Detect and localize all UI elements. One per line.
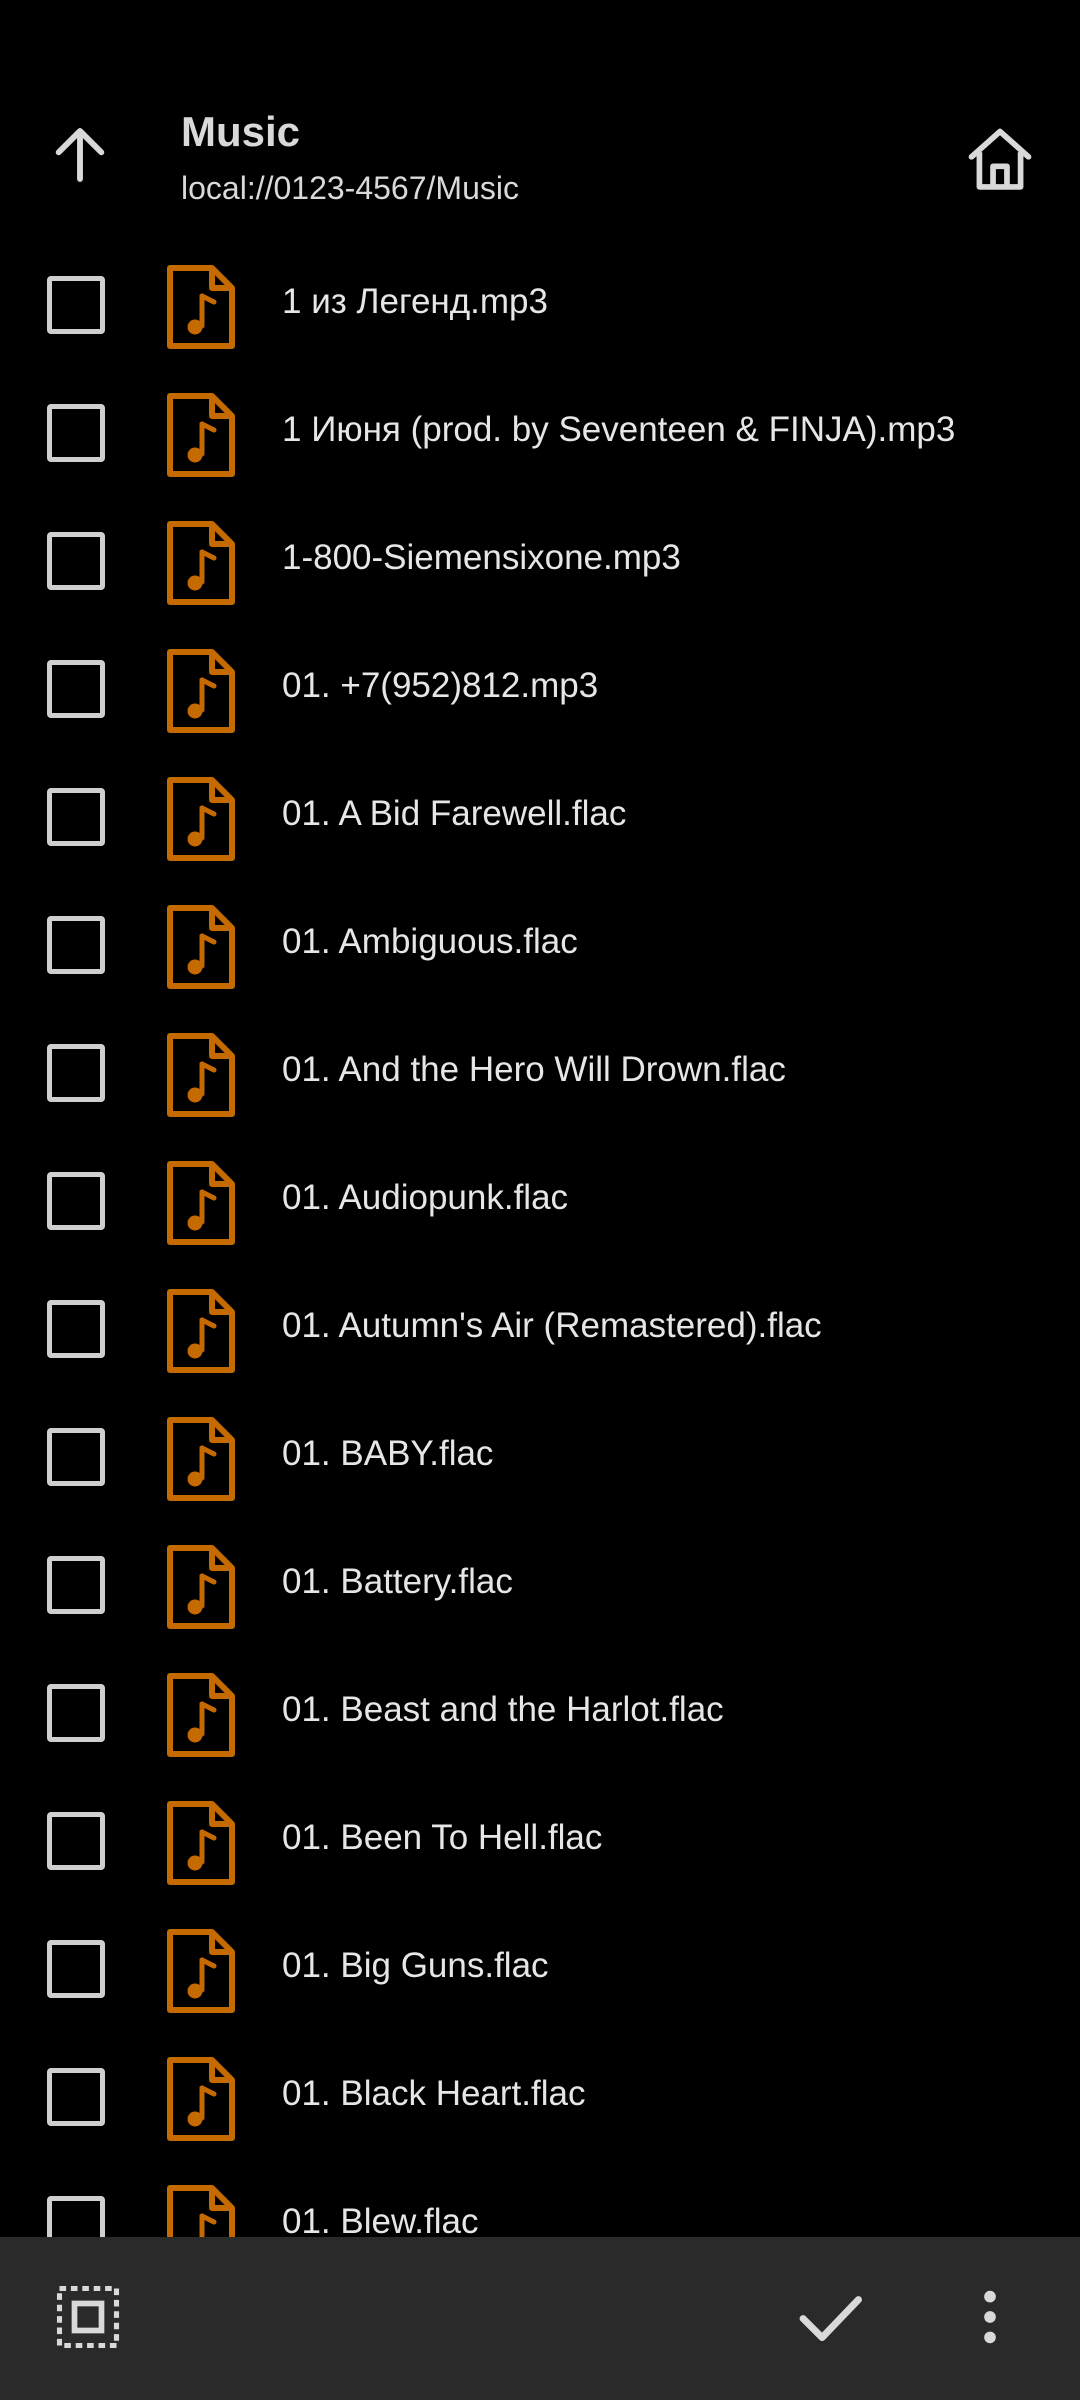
audio-file-icon	[167, 1545, 235, 1629]
file-row[interactable]: 01. And the Hero Will Drown.flac	[0, 1008, 1080, 1136]
file-checkbox[interactable]	[47, 1940, 105, 1998]
file-checkbox[interactable]	[47, 1812, 105, 1870]
page-title: Music	[181, 108, 301, 155]
file-name: 01. Audiopunk.flac	[282, 1178, 569, 1217]
current-path: local://0123-4567/Music	[181, 170, 519, 206]
audio-file-icon	[167, 1417, 235, 1501]
file-row[interactable]: 01. Blew.flac	[0, 2160, 1080, 2237]
file-row[interactable]: 01. Ambiguous.flac	[0, 880, 1080, 1008]
file-checkbox[interactable]	[47, 1428, 105, 1486]
file-checkbox[interactable]	[47, 916, 105, 974]
audio-file-icon	[167, 393, 235, 477]
file-checkbox[interactable]	[47, 1172, 105, 1230]
select-all-button[interactable]	[38, 2267, 138, 2367]
select-all-icon	[56, 2285, 120, 2349]
audio-file-icon	[167, 1161, 235, 1245]
file-row[interactable]: 01. BABY.flac	[0, 1392, 1080, 1520]
file-checkbox[interactable]	[47, 1556, 105, 1614]
file-name: 01. Big Guns.flac	[282, 1946, 549, 1985]
file-name: 01. Been To Hell.flac	[282, 1818, 603, 1857]
file-name: 1 Июня (prod. by Seventeen & FINJA).mp3	[282, 410, 956, 449]
file-checkbox[interactable]	[47, 404, 105, 462]
audio-file-icon	[167, 649, 235, 733]
bottom-action-bar	[0, 2237, 1080, 2400]
file-row[interactable]: 01. Big Guns.flac	[0, 1904, 1080, 2032]
home-button[interactable]	[955, 115, 1045, 205]
file-checkbox[interactable]	[47, 1300, 105, 1358]
file-name: 01. +7(952)812.mp3	[282, 666, 599, 705]
more-options-button[interactable]	[940, 2267, 1040, 2367]
file-row[interactable]: 01. Black Heart.flac	[0, 2032, 1080, 2160]
file-name: 01. Blew.flac	[282, 2202, 479, 2237]
audio-file-icon	[167, 905, 235, 989]
file-checkbox[interactable]	[47, 1684, 105, 1742]
home-icon	[968, 128, 1032, 190]
file-row[interactable]: 01. Battery.flac	[0, 1520, 1080, 1648]
arrow-up-icon	[55, 128, 105, 182]
file-checkbox[interactable]	[47, 532, 105, 590]
file-name: 01. A Bid Farewell.flac	[282, 794, 627, 833]
file-row[interactable]: 01. +7(952)812.mp3	[0, 624, 1080, 752]
file-row[interactable]: 1 Июня (prod. by Seventeen & FINJA).mp3	[0, 368, 1080, 496]
file-checkbox[interactable]	[47, 2196, 105, 2237]
navigate-up-button[interactable]	[40, 115, 120, 195]
confirm-button[interactable]	[780, 2267, 880, 2367]
file-name: 1 из Легенд.mp3	[282, 282, 548, 321]
file-row[interactable]: 1-800-Siemensixone.mp3	[0, 496, 1080, 624]
file-row[interactable]: 01. Beast and the Harlot.flac	[0, 1648, 1080, 1776]
file-name: 1-800-Siemensixone.mp3	[282, 538, 681, 577]
file-checkbox[interactable]	[47, 788, 105, 846]
file-checkbox[interactable]	[47, 2068, 105, 2126]
file-name: 01. Battery.flac	[282, 1562, 513, 1601]
audio-file-icon	[167, 1673, 235, 1757]
file-name: 01. Beast and the Harlot.flac	[282, 1690, 724, 1729]
file-row[interactable]: 01. Been To Hell.flac	[0, 1776, 1080, 1904]
file-name: 01. Black Heart.flac	[282, 2074, 586, 2113]
audio-file-icon	[167, 265, 235, 349]
file-checkbox[interactable]	[47, 660, 105, 718]
audio-file-icon	[167, 2185, 235, 2237]
audio-file-icon	[167, 521, 235, 605]
file-row[interactable]: 01. Audiopunk.flac	[0, 1136, 1080, 1264]
top-app-bar: Music local://0123-4567/Music	[0, 0, 1080, 240]
file-row[interactable]: 01. A Bid Farewell.flac	[0, 752, 1080, 880]
audio-file-icon	[167, 777, 235, 861]
audio-file-icon	[167, 1801, 235, 1885]
file-name: 01. BABY.flac	[282, 1434, 494, 1473]
file-checkbox[interactable]	[47, 1044, 105, 1102]
file-list: 1 из Легенд.mp3 1 Июня (prod. by Seventee…	[0, 240, 1080, 2237]
file-row[interactable]: 01. Autumn's Air (Remastered).flac	[0, 1264, 1080, 1392]
check-icon	[799, 2296, 862, 2342]
file-row[interactable]: 1 из Легенд.mp3	[0, 240, 1080, 368]
file-name: 01. Autumn's Air (Remastered).flac	[282, 1306, 822, 1345]
audio-file-icon	[167, 2057, 235, 2141]
file-name: 01. Ambiguous.flac	[282, 922, 578, 961]
audio-file-icon	[167, 1929, 235, 2013]
audio-file-icon	[167, 1289, 235, 1373]
audio-file-icon	[167, 1033, 235, 1117]
file-name: 01. And the Hero Will Drown.flac	[282, 1050, 786, 1089]
file-checkbox[interactable]	[47, 276, 105, 334]
more-vert-icon	[984, 2290, 996, 2344]
